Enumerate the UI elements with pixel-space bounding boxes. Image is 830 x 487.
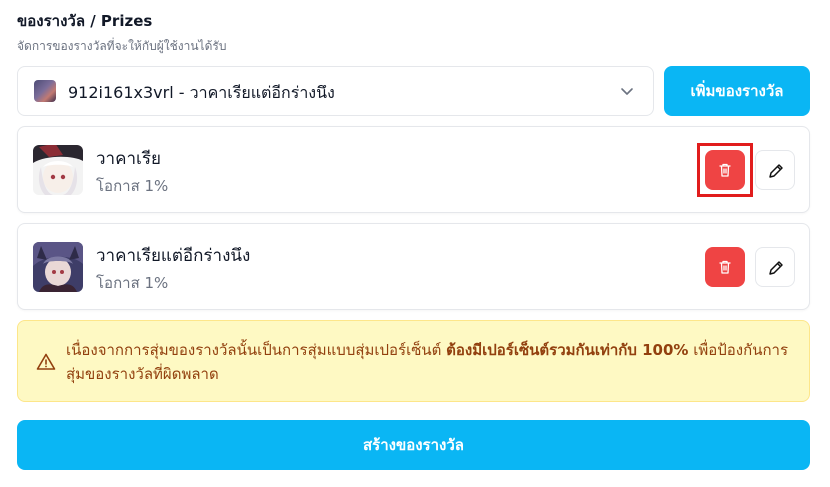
page-title: ของรางวัล / Prizes bbox=[17, 12, 153, 30]
pencil-icon bbox=[769, 261, 783, 275]
prize-name: วาคาเรีย bbox=[96, 149, 161, 169]
selected-prize-text: 912i161x3vrl - วาคาเรียแต่อีกร่างนึง bbox=[68, 81, 335, 106]
prize-avatar bbox=[33, 242, 83, 292]
prize-card: วาคาเรีย โอกาส 1% bbox=[17, 126, 810, 213]
create-prize-button[interactable]: สร้างของรางวัล bbox=[17, 420, 810, 470]
prize-chance: โอกาส 1% bbox=[96, 177, 169, 195]
prize-chance: โอกาส 1% bbox=[96, 274, 169, 292]
edit-prize-button[interactable] bbox=[755, 247, 795, 287]
prize-card: วาคาเรียแต่อีกร่างนึง โอกาส 1% bbox=[17, 223, 810, 310]
prize-avatar bbox=[33, 145, 83, 195]
page-subtitle: จัดการของรางวัลที่จะให้กับผู้ใช้งานได้รั… bbox=[17, 39, 227, 53]
warning-message: เนื่องจากการสุ่มของรางวัลนั้นเป็นการสุ่ม… bbox=[66, 338, 796, 386]
delete-button-highlight bbox=[697, 143, 753, 197]
prize-select[interactable]: 912i161x3vrl - วาคาเรียแต่อีกร่างนึง bbox=[17, 66, 654, 116]
delete-prize-button[interactable] bbox=[705, 247, 745, 287]
selected-prize-name: วาคาเรียแต่อีกร่างนึง bbox=[189, 83, 335, 102]
prize-name: วาคาเรียแต่อีกร่างนึง bbox=[96, 246, 251, 266]
warning-triangle-icon bbox=[36, 353, 56, 370]
trash-icon bbox=[719, 260, 731, 274]
pencil-icon bbox=[769, 164, 783, 178]
warning-emphasis: ต้องมีเปอร์เซ็นต์รวมกันเท่ากับ 100% bbox=[446, 341, 689, 359]
edit-prize-button[interactable] bbox=[755, 150, 795, 190]
chevron-down-icon bbox=[621, 88, 633, 95]
selected-prize-thumbnail bbox=[34, 80, 56, 102]
warning-box: เนื่องจากการสุ่มของรางวัลนั้นเป็นการสุ่ม… bbox=[17, 320, 810, 402]
selected-prize-code: 912i161x3vrl bbox=[68, 83, 174, 102]
add-prize-button[interactable]: เพิ่มของรางวัล bbox=[664, 66, 810, 116]
warning-text: เนื่องจากการสุ่มของรางวัลนั้นเป็นการสุ่ม… bbox=[66, 341, 447, 359]
selected-prize-separator: - bbox=[173, 83, 190, 102]
